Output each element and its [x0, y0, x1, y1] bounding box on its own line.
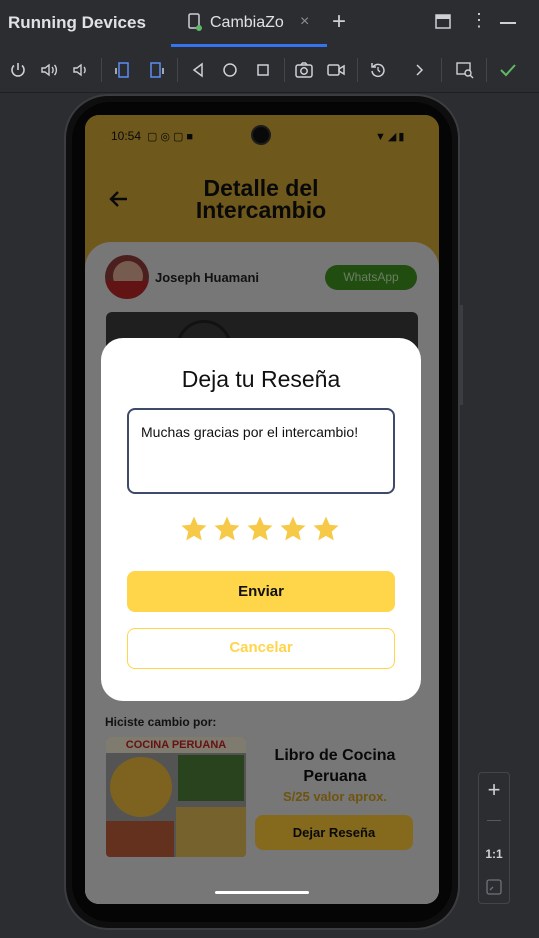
screen-record-icon[interactable]	[326, 60, 346, 80]
checkmark-icon[interactable]	[498, 60, 518, 80]
star-icon[interactable]	[212, 514, 242, 544]
review-dialog: Deja tu Reseña Muchas gracias por el int…	[101, 338, 421, 701]
gesture-nav-pill[interactable]	[215, 891, 309, 894]
device-icon	[188, 13, 202, 31]
device-side-button	[460, 305, 463, 405]
toolbar-divider	[357, 58, 358, 82]
panel-title: Running Devices	[8, 13, 146, 32]
volume-up-icon[interactable]	[39, 60, 59, 80]
toolbar-divider	[486, 58, 487, 82]
device-screen[interactable]: 10:54 ▢◎▢■ ▼◢▮ Detalle del Intercambio J…	[85, 115, 439, 904]
chevron-right-icon[interactable]	[410, 60, 430, 80]
star-icon[interactable]	[278, 514, 308, 544]
dialog-title: Deja tu Reseña	[181, 366, 341, 392]
rotate-right-icon[interactable]	[146, 60, 166, 80]
zoom-in-icon[interactable]: +	[479, 777, 509, 803]
review-textarea[interactable]: Muchas gracias por el intercambio!	[127, 408, 395, 494]
star-icon[interactable]	[245, 514, 275, 544]
zoom-controls: + — 1:1	[478, 772, 510, 904]
star-icon[interactable]	[179, 514, 209, 544]
reset-icon[interactable]	[368, 60, 388, 80]
home-nav-icon[interactable]	[220, 60, 240, 80]
zoom-fit-icon[interactable]	[486, 879, 502, 895]
toolbar-divider	[101, 58, 102, 82]
back-nav-icon[interactable]	[188, 60, 208, 80]
active-tab-indicator	[171, 44, 327, 47]
star-icon[interactable]	[311, 514, 341, 544]
zoom-out-icon[interactable]: —	[479, 811, 509, 827]
tab-close-icon[interactable]: ×	[300, 13, 309, 31]
zoom-actual-size[interactable]: 1:1	[479, 847, 509, 861]
tab-label: CambiaZo	[210, 14, 284, 31]
send-button[interactable]: Enviar	[127, 571, 395, 612]
toolbar-divider	[177, 58, 178, 82]
volume-down-icon[interactable]	[70, 60, 90, 80]
screenshot-icon[interactable]	[294, 60, 314, 80]
overview-nav-icon[interactable]	[253, 60, 273, 80]
star-rating[interactable]	[179, 512, 349, 546]
rotate-left-icon[interactable]	[113, 60, 133, 80]
minimize-icon[interactable]	[500, 22, 516, 24]
toolbar-divider	[284, 58, 285, 82]
add-tab-icon[interactable]: +	[332, 8, 346, 36]
power-icon[interactable]	[8, 60, 28, 80]
toolbar-divider	[441, 58, 442, 82]
more-options-icon[interactable]: ⋮	[470, 10, 488, 31]
window-layout-icon[interactable]	[434, 13, 452, 31]
cancel-button[interactable]: Cancelar	[127, 628, 395, 669]
layout-inspector-icon[interactable]	[455, 60, 475, 80]
